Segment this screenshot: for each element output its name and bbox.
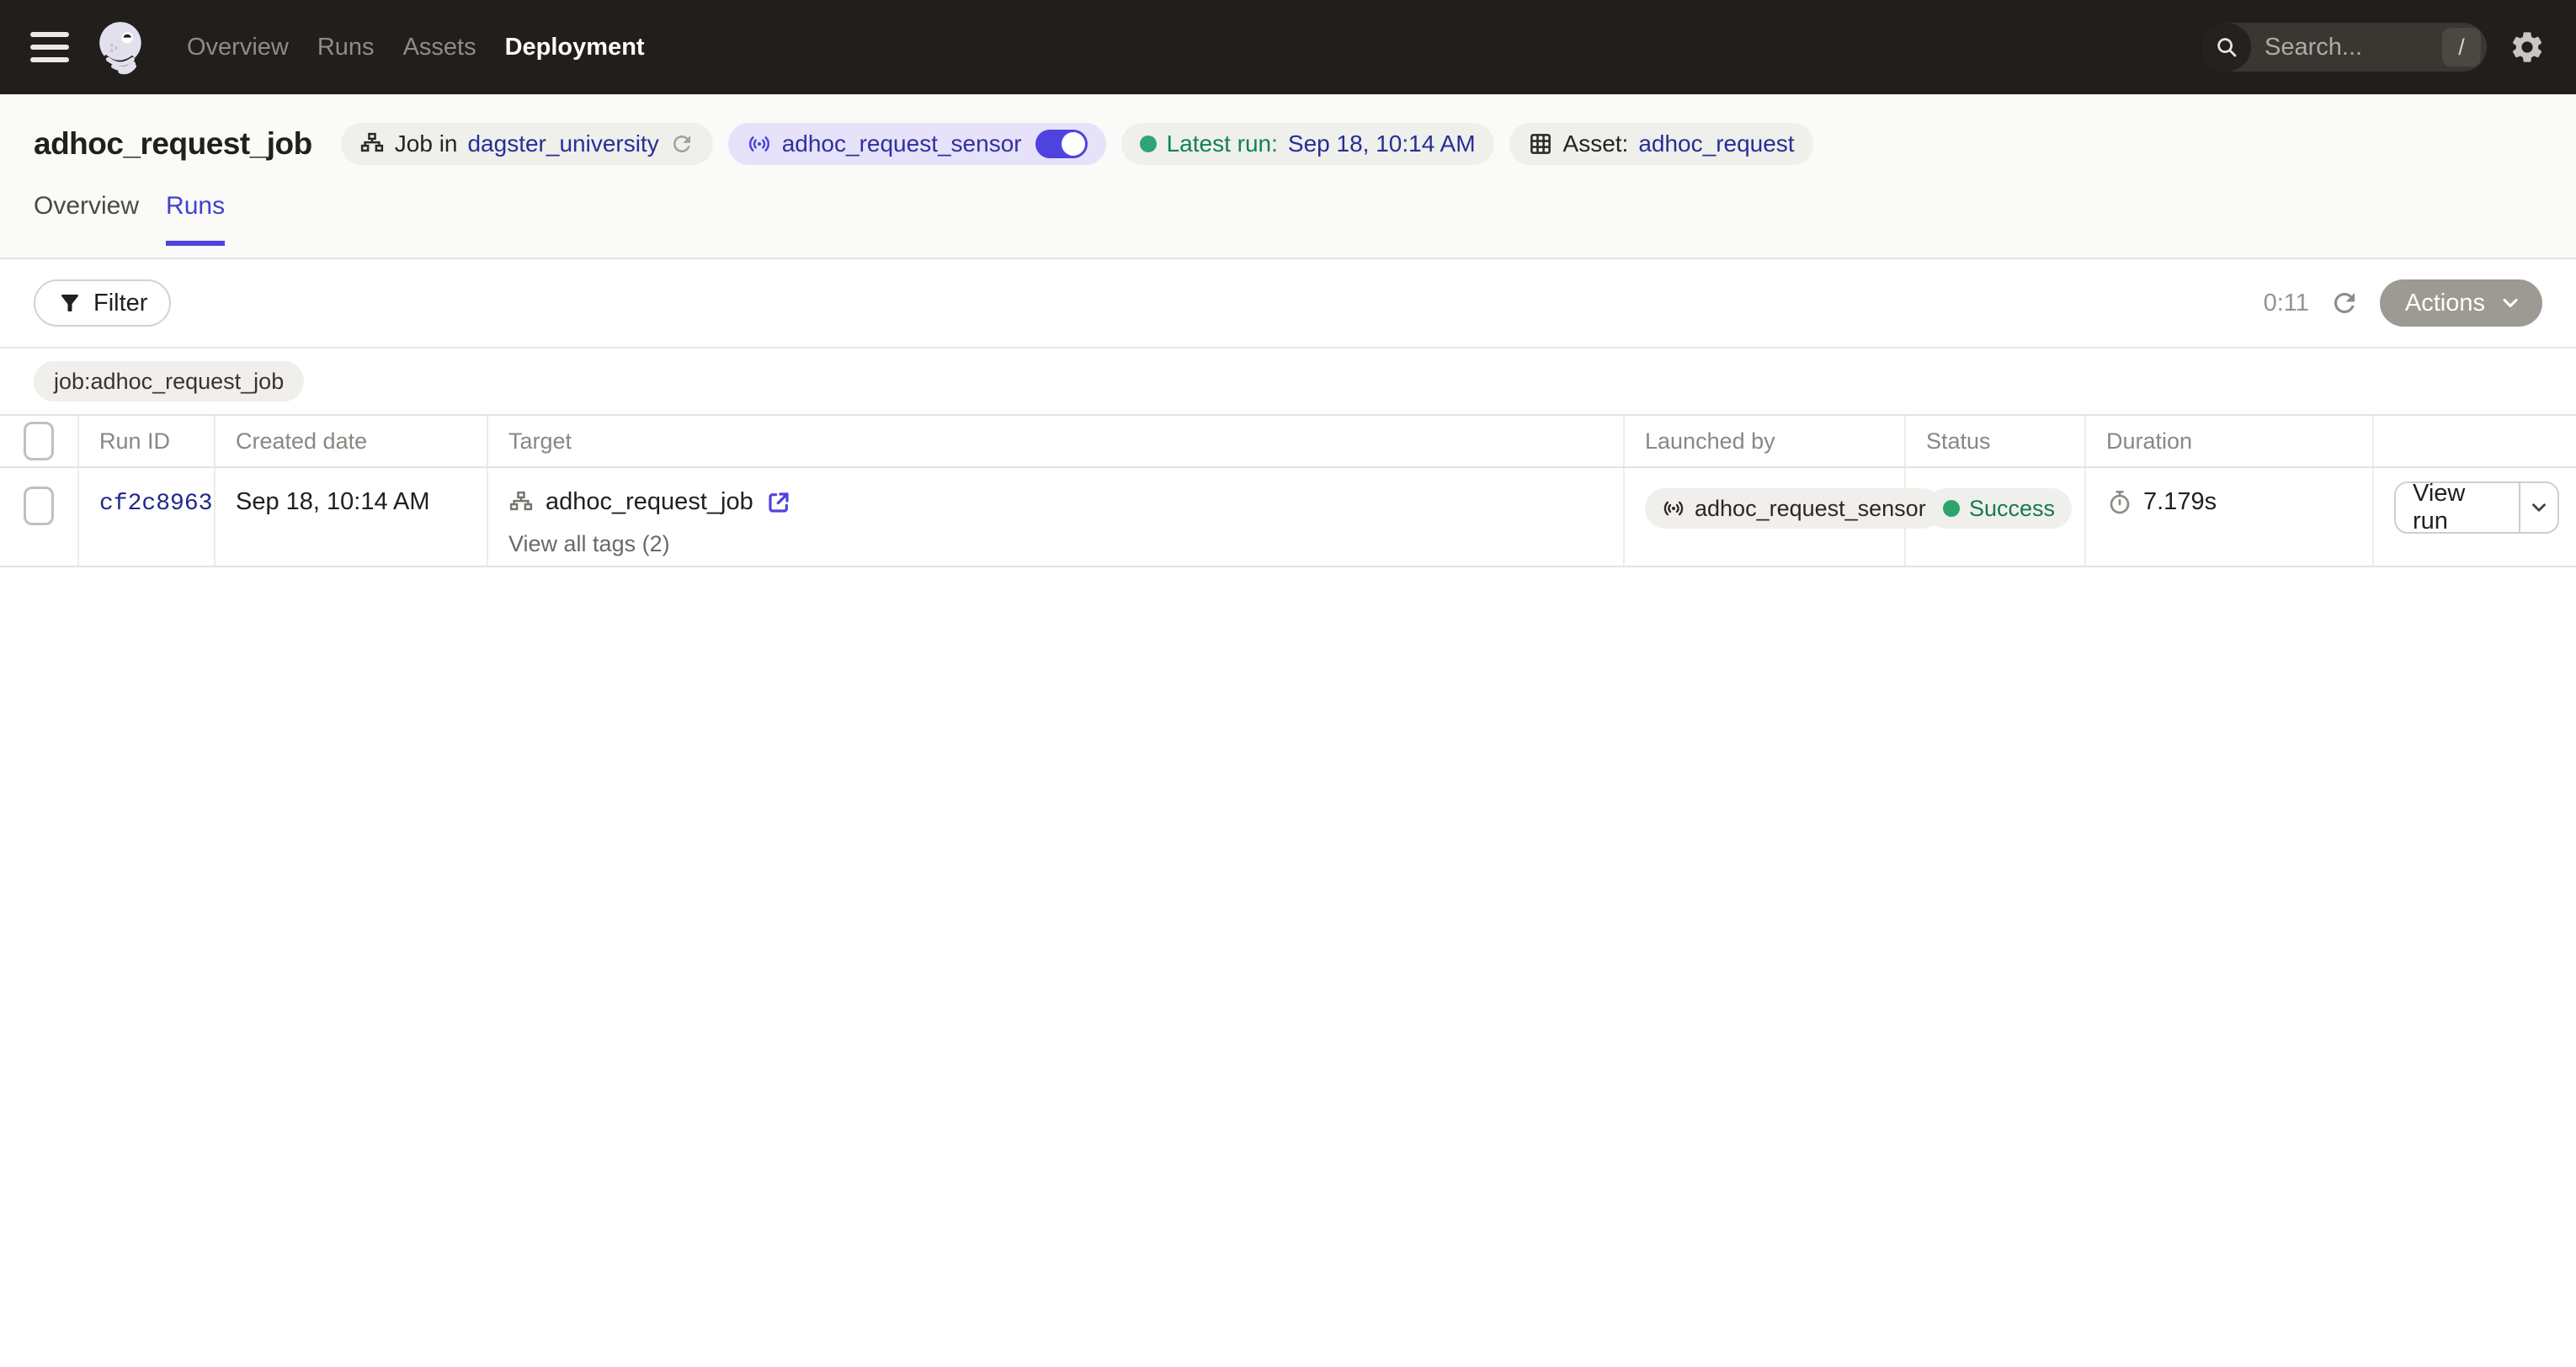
search-shortcut-key: /	[2442, 28, 2481, 66]
launched-by-value: adhoc_request_sensor	[1695, 496, 1926, 522]
latest-run-tag: Latest run: Sep 18, 10:14 AM	[1121, 123, 1494, 165]
created-date-value: Sep 18, 10:14 AM	[236, 488, 430, 515]
top-nav: Overview Runs Assets Deployment /	[0, 0, 2576, 94]
page-tabs: Overview Runs	[34, 192, 2542, 246]
page-header: adhoc_request_job Job in dagster_univers…	[0, 94, 2576, 259]
run-id-link[interactable]: cf2c8963	[99, 491, 212, 517]
launched-by-cell: adhoc_request_sensor	[1625, 468, 1906, 566]
view-run-split-button: View run	[2394, 481, 2559, 534]
nav-item-assets[interactable]: Assets	[403, 34, 476, 61]
primary-nav: Overview Runs Assets Deployment	[187, 34, 645, 61]
filter-chip-job[interactable]: job:adhoc_request_job	[34, 361, 304, 402]
asset-tag-label: Asset:	[1563, 130, 1629, 157]
view-run-button[interactable]: View run	[2396, 483, 2520, 532]
asset-link[interactable]: adhoc_request	[1638, 130, 1794, 157]
column-header-duration: Duration	[2086, 416, 2374, 466]
launched-by-sensor-tag[interactable]: adhoc_request_sensor	[1645, 488, 1943, 529]
row-checkbox[interactable]	[24, 487, 54, 525]
latest-run-status-dot	[1140, 136, 1157, 152]
tab-overview[interactable]: Overview	[34, 192, 139, 246]
column-header-status: Status	[1906, 416, 2086, 466]
view-all-tags-link[interactable]: View all tags (2)	[508, 531, 670, 557]
column-header-created-date: Created date	[216, 416, 488, 466]
filter-button-label: Filter	[93, 290, 147, 317]
active-filters-row: job:adhoc_request_job	[0, 348, 2576, 414]
sensor-tag: adhoc_request_sensor	[728, 123, 1106, 165]
filter-button[interactable]: Filter	[34, 279, 171, 327]
table-row: cf2c8963 Sep 18, 10:14 AM adhoc_request_…	[0, 468, 2576, 567]
target-cell: adhoc_request_job View all tags (2)	[488, 468, 1625, 566]
sensor-link[interactable]: adhoc_request_sensor	[782, 130, 1022, 157]
asset-tag: Asset: adhoc_request	[1509, 123, 1813, 165]
hamburger-menu-icon[interactable]	[30, 32, 69, 62]
page-title: adhoc_request_job	[34, 126, 312, 162]
nav-item-runs[interactable]: Runs	[317, 34, 375, 61]
job-icon	[508, 490, 534, 515]
open-in-new-icon[interactable]	[765, 489, 792, 516]
column-header-actions	[2374, 416, 2576, 466]
select-all-cell	[0, 416, 79, 466]
latest-run-label: Latest run:	[1167, 130, 1278, 157]
target-job-name: adhoc_request_job	[546, 488, 753, 516]
job-icon	[359, 131, 385, 157]
job-tag-label: Job in	[395, 130, 458, 157]
filter-funnel-icon	[57, 290, 82, 316]
chevron-down-icon	[2528, 497, 2550, 519]
sensor-icon	[747, 131, 772, 157]
search-icon	[2202, 23, 2251, 72]
actions-button-label: Actions	[2405, 290, 2485, 317]
refresh-countdown: 0:11	[2264, 290, 2309, 317]
sensor-icon	[1662, 497, 1685, 520]
nav-item-deployment[interactable]: Deployment	[505, 34, 645, 61]
row-actions-cell: View run	[2374, 468, 2576, 566]
global-search[interactable]: /	[2202, 23, 2487, 72]
column-header-target: Target	[488, 416, 1625, 466]
row-select-cell	[0, 468, 79, 566]
settings-gear-icon[interactable]	[2509, 29, 2546, 66]
asset-grid-icon	[1528, 131, 1553, 157]
table-header-row: Run ID Created date Target Launched by S…	[0, 414, 2576, 468]
runs-toolbar: Filter 0:11 Actions	[0, 259, 2576, 348]
select-all-checkbox[interactable]	[24, 422, 54, 460]
status-cell: Success	[1906, 468, 2086, 566]
view-run-dropdown-caret[interactable]	[2520, 483, 2557, 532]
nav-item-overview[interactable]: Overview	[187, 34, 289, 61]
created-date-cell: Sep 18, 10:14 AM	[216, 468, 488, 566]
search-input[interactable]	[2251, 34, 2442, 61]
reload-location-icon[interactable]	[669, 131, 695, 157]
tab-runs[interactable]: Runs	[166, 192, 225, 246]
actions-button[interactable]: Actions	[2380, 279, 2542, 327]
status-dot	[1943, 500, 1960, 517]
column-header-run-id: Run ID	[79, 416, 216, 466]
timer-icon	[2106, 489, 2133, 516]
refresh-icon[interactable]	[2329, 288, 2360, 318]
code-location-link[interactable]: dagster_university	[467, 130, 658, 157]
chevron-down-icon	[2499, 291, 2522, 315]
run-id-cell: cf2c8963	[79, 468, 216, 566]
duration-cell: 7.179s	[2086, 468, 2374, 566]
job-location-tag: Job in dagster_university	[341, 123, 713, 165]
column-header-launched-by: Launched by	[1625, 416, 1906, 466]
sensor-toggle[interactable]	[1035, 130, 1088, 158]
status-badge: Success	[1926, 488, 2072, 529]
latest-run-link[interactable]: Sep 18, 10:14 AM	[1288, 130, 1476, 157]
status-value: Success	[1969, 496, 2055, 522]
dagster-logo-icon[interactable]	[94, 19, 150, 75]
duration-value: 7.179s	[2143, 488, 2217, 516]
runs-table: Run ID Created date Target Launched by S…	[0, 414, 2576, 567]
